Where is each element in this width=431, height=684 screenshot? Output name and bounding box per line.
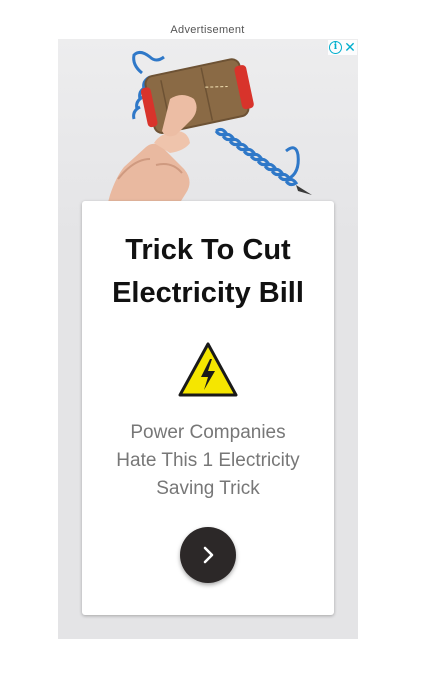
close-icon[interactable]: ✕ bbox=[344, 40, 356, 54]
chevron-right-icon bbox=[203, 546, 214, 564]
advertisement-label: Advertisement bbox=[170, 24, 245, 36]
ad-body-text: Power Companies Hate This 1 Electricity … bbox=[92, 419, 324, 503]
page: Advertisement i ✕ Trick To Cut Electrici… bbox=[0, 0, 431, 684]
body-line: Hate This 1 Electricity bbox=[116, 450, 300, 471]
high-voltage-warning-icon bbox=[178, 342, 238, 397]
body-line: Power Companies bbox=[130, 422, 286, 443]
ad-unit[interactable]: i ✕ Trick To Cut Electricity Bill Power … bbox=[58, 39, 358, 639]
body-line: Saving Trick bbox=[156, 478, 260, 499]
adchoices-badge[interactable]: i ✕ bbox=[328, 40, 357, 55]
headline-line: Electricity Bill bbox=[112, 277, 304, 309]
ad-headline[interactable]: Trick To Cut Electricity Bill bbox=[82, 229, 334, 315]
ad-card[interactable]: Trick To Cut Electricity Bill Power Comp… bbox=[82, 201, 334, 615]
headline-line: Trick To Cut bbox=[125, 234, 291, 266]
info-icon[interactable]: i bbox=[329, 41, 342, 54]
cta-button[interactable] bbox=[180, 527, 236, 583]
